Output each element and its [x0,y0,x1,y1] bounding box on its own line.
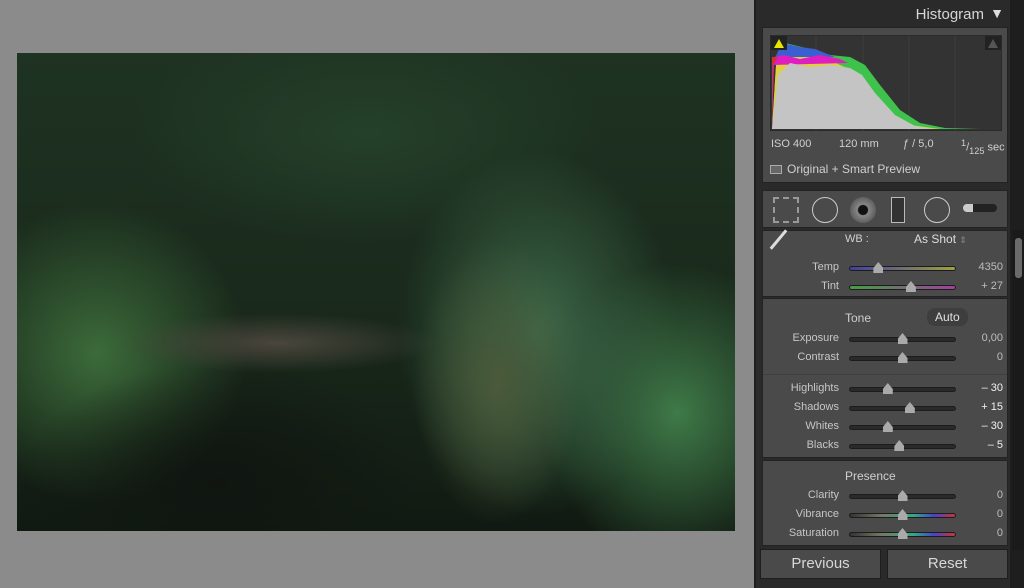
collapse-triangle-icon[interactable]: ▼ [990,5,1004,21]
develop-right-panel: Histogram ▼ ISO 400 120 mm ƒ / 5,0 1/125… [756,0,1010,588]
smart-preview-icon [770,165,782,174]
temp-label: Temp [812,261,839,273]
blacks-slider[interactable] [849,440,956,451]
contrast-label: Contrast [797,351,839,363]
slider-row-saturation: Saturation 0 [763,527,1007,543]
adjustment-brush-icon[interactable] [963,204,997,212]
panel-scrollbar[interactable] [1012,230,1024,550]
contrast-slider-thumb[interactable] [897,352,908,363]
graduated-filter-icon[interactable] [891,197,905,223]
temp-value[interactable]: 4350 [963,261,1003,273]
shutter-speed: 1/125 sec [961,138,1005,156]
temp-slider-thumb[interactable] [873,262,884,273]
slider-row-highlights: Highlights – 30 [763,382,1007,398]
auto-tone-button[interactable]: Auto [927,308,968,326]
histogram-panel: ISO 400 120 mm ƒ / 5,0 1/125 sec Origina… [762,27,1008,183]
red-eye-icon[interactable] [850,197,876,223]
shadows-slider-thumb[interactable] [904,402,915,413]
shadows-label: Shadows [793,401,839,413]
reset-button[interactable]: Reset [887,549,1008,579]
eyedropper-icon[interactable] [769,229,801,261]
histogram-chart[interactable] [770,35,1002,131]
histogram-title: Histogram [915,6,984,23]
clarity-label: Clarity [807,489,839,501]
slider-row-shadows: Shadows + 15 [763,401,1007,417]
slider-row-vibrance: Vibrance 0 [763,508,1007,524]
vibrance-label: Vibrance [795,508,839,520]
tint-value[interactable]: + 27 [963,280,1003,292]
crop-overlay-icon[interactable] [773,197,799,223]
exposure-value[interactable]: 0,00 [963,332,1003,344]
white-balance-section: WB : As Shot ⇕ Temp 4350 Tint + 27 [762,229,1008,297]
saturation-label: Saturation [788,527,839,539]
exposure-label: Exposure [792,332,839,344]
preview-status[interactable]: Original + Smart Preview [787,162,920,176]
whites-value[interactable]: – 30 [963,420,1003,432]
whites-slider-thumb[interactable] [882,421,893,432]
highlights-value[interactable]: – 30 [963,382,1003,394]
tint-label: Tint [821,280,839,292]
whites-slider[interactable] [849,421,956,432]
shadows-value[interactable]: + 15 [963,401,1003,413]
presence-section: Presence Clarity 0 Vibrance 0 Saturation… [762,460,1008,546]
aperture: ƒ / 5,0 [903,138,934,150]
exposure-slider-thumb[interactable] [897,333,908,344]
slider-row-blacks: Blacks – 5 [763,439,1007,455]
vibrance-value[interactable]: 0 [963,508,1003,520]
wb-dropdown[interactable]: As Shot ⇕ [914,232,967,246]
exposure-slider[interactable] [849,333,956,344]
previous-button[interactable]: Previous [760,549,881,579]
slider-row-clarity: Clarity 0 [763,489,1007,505]
vibrance-slider[interactable] [849,509,956,520]
saturation-slider-thumb[interactable] [897,528,908,539]
contrast-value[interactable]: 0 [963,351,1003,363]
focal-length: 120 mm [839,138,879,150]
tone-title: Tone [845,311,872,325]
tint-slider[interactable] [849,281,956,292]
scrollbar-thumb[interactable] [1015,238,1022,278]
contrast-slider[interactable] [849,352,956,363]
radial-filter-icon[interactable] [924,197,950,223]
slider-row-tint: Tint + 27 [763,280,1007,296]
image-canvas [0,0,754,588]
highlights-slider[interactable] [849,383,956,394]
photo-preview[interactable] [17,53,735,531]
spot-removal-icon[interactable] [812,197,838,223]
slider-row-contrast: Contrast 0 [763,351,1007,367]
highlights-label: Highlights [790,382,839,394]
slider-row-temp: Temp 4350 [763,261,1007,277]
slider-row-whites: Whites – 30 [763,420,1007,436]
tool-strip [762,190,1008,228]
vibrance-slider-thumb[interactable] [897,509,908,520]
tone-section: Tone Auto Exposure 0,00 Contrast 0 Highl… [762,298,1008,458]
presence-title: Presence [845,469,896,483]
tint-slider-thumb[interactable] [905,281,916,292]
temp-slider[interactable] [849,262,956,273]
saturation-slider[interactable] [849,528,956,539]
clarity-slider[interactable] [849,490,956,501]
shadows-slider[interactable] [849,402,956,413]
whites-label: Whites [805,420,839,432]
wb-label: WB : [845,233,869,245]
saturation-value[interactable]: 0 [963,527,1003,539]
blacks-label: Blacks [806,439,839,451]
iso-value: ISO 400 [771,138,812,150]
clarity-slider-thumb[interactable] [897,490,908,501]
slider-row-exposure: Exposure 0,00 [763,332,1007,348]
blacks-slider-thumb[interactable] [894,440,905,451]
clarity-value[interactable]: 0 [963,489,1003,501]
highlights-slider-thumb[interactable] [882,383,893,394]
blacks-value[interactable]: – 5 [963,439,1003,451]
